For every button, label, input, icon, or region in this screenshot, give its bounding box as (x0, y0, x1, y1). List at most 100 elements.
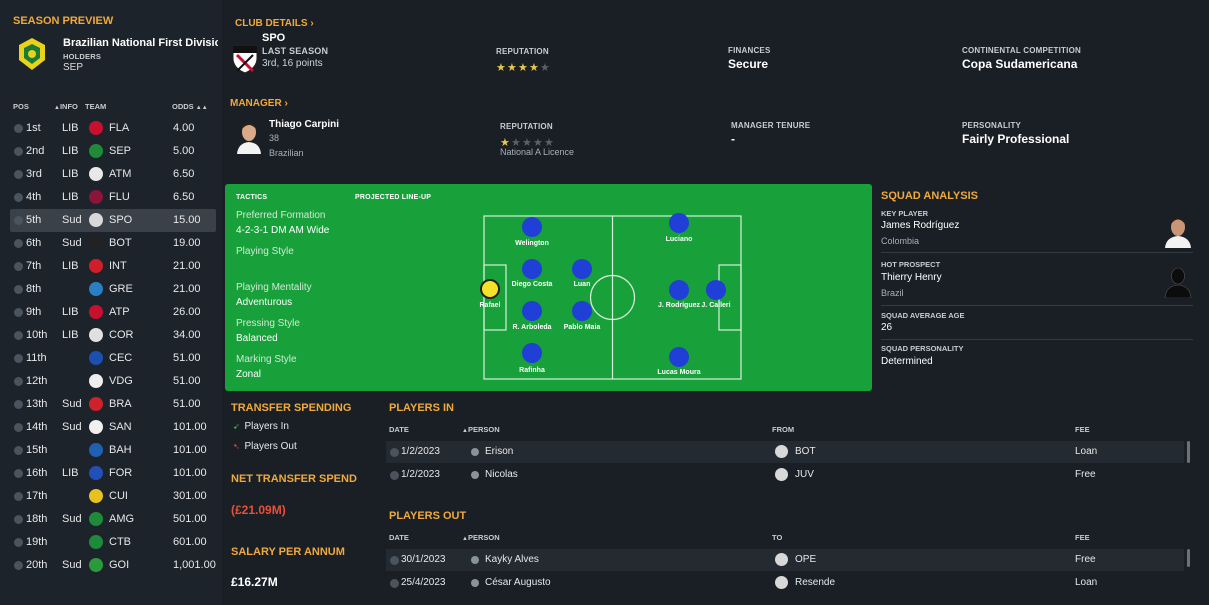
in-fee-header[interactable]: FEE (1075, 425, 1090, 434)
manager-avatar[interactable] (236, 120, 262, 154)
row-team[interactable]: FOR (109, 467, 132, 479)
transfer-club[interactable]: OPE (795, 554, 816, 565)
in-from-header[interactable]: FROM (772, 425, 794, 434)
manager-name[interactable]: Thiago Carpini (269, 119, 339, 130)
league-table-row[interactable]: 3rd LIB ATM 6.50 (10, 163, 216, 186)
out-fee-header[interactable]: FEE (1075, 533, 1090, 542)
league-table-row[interactable]: 19th CTB 601.00 (10, 531, 216, 554)
player-marker[interactable] (522, 343, 542, 363)
out-to-header[interactable]: TO (772, 533, 782, 542)
player-marker[interactable] (572, 259, 592, 279)
league-table-row[interactable]: 17th CUI 301.00 (10, 485, 216, 508)
row-team[interactable]: ATP (109, 306, 130, 318)
transfer-person[interactable]: Erison (485, 446, 513, 457)
league-table-row[interactable]: 18th Sud AMG 501.00 (10, 508, 216, 531)
row-team[interactable]: AMG (109, 513, 134, 525)
transfer-club[interactable]: Resende (795, 577, 835, 588)
key-player-name[interactable]: James Rodríguez (881, 220, 959, 231)
row-team[interactable]: SPO (109, 214, 132, 226)
player-name-label[interactable]: J. Calleri (701, 302, 730, 309)
players-in-legend[interactable]: ➹ Players In (233, 421, 289, 432)
player-marker[interactable] (669, 213, 689, 233)
row-team[interactable]: SAN (109, 421, 132, 433)
transfer-person[interactable]: Kayky Alves (485, 554, 539, 565)
row-team[interactable]: VDG (109, 375, 133, 387)
col-team-header[interactable]: TEAM (85, 102, 106, 111)
transfer-row[interactable]: 30/1/2023 Kayky Alves OPE Free (386, 549, 1184, 571)
transfer-club[interactable]: JUV (795, 469, 814, 480)
row-team[interactable]: CEC (109, 352, 132, 364)
hot-prospect-silhouette-icon[interactable] (1163, 264, 1193, 298)
player-marker[interactable] (669, 347, 689, 367)
row-team[interactable]: CTB (109, 536, 131, 548)
in-person-header[interactable]: ▲PERSON (462, 425, 500, 434)
player-name-label[interactable]: Diego Costa (512, 281, 553, 288)
manager-link[interactable]: MANAGER › (230, 98, 288, 109)
transfer-row[interactable]: 25/4/2023 César Augusto Resende Loan (386, 572, 1184, 594)
league-table-row[interactable]: 4th LIB FLU 6.50 (10, 186, 216, 209)
league-table-row[interactable]: 16th LIB FOR 101.00 (10, 462, 216, 485)
goalkeeper-marker[interactable] (480, 279, 500, 299)
col-pos-header[interactable]: POS (13, 102, 29, 111)
league-table-row[interactable]: 20th Sud GOI 1,001.00 (10, 554, 216, 577)
holders-value[interactable]: SEP (63, 62, 83, 73)
league-table-row[interactable]: 10th LIB COR 34.00 (10, 324, 216, 347)
player-name-label[interactable]: Welington (515, 240, 549, 247)
league-table-row[interactable]: 1st LIB FLA 4.00 (10, 117, 216, 140)
row-team[interactable]: GRE (109, 283, 133, 295)
row-team[interactable]: ATM (109, 168, 131, 180)
player-name-label[interactable]: Rafinha (519, 367, 545, 374)
league-table-row[interactable]: 15th BAH 101.00 (10, 439, 216, 462)
player-name-label[interactable]: Lucas Moura (657, 369, 700, 376)
player-marker[interactable] (522, 301, 542, 321)
league-table-row[interactable]: 12th VDG 51.00 (10, 370, 216, 393)
row-team[interactable]: SEP (109, 145, 131, 157)
row-team[interactable]: CUI (109, 490, 128, 502)
col-odds-header[interactable]: ODDS ▲▲ (172, 102, 208, 111)
row-team[interactable]: FLA (109, 122, 129, 134)
league-table-row[interactable]: 9th LIB ATP 26.00 (10, 301, 216, 324)
transfer-club[interactable]: BOT (795, 446, 816, 457)
player-marker[interactable] (706, 280, 726, 300)
transfer-person[interactable]: César Augusto (485, 577, 551, 588)
player-marker[interactable] (522, 259, 542, 279)
player-name-label[interactable]: Pablo Maia (564, 324, 601, 331)
transfer-person[interactable]: Nicolas (485, 469, 518, 480)
player-name-label[interactable]: Luan (574, 281, 591, 288)
players-in-scrollbar[interactable] (1187, 441, 1190, 463)
hot-prospect-name[interactable]: Thierry Henry (881, 272, 942, 283)
club-details-link[interactable]: CLUB DETAILS › (235, 18, 314, 29)
continental-value[interactable]: Copa Sudamericana (962, 57, 1077, 71)
player-name-label[interactable]: R. Arboleda (512, 324, 551, 331)
out-person-header[interactable]: ▲PERSON (462, 533, 500, 542)
key-player-avatar[interactable] (1163, 214, 1193, 248)
players-out-scrollbar[interactable] (1187, 549, 1190, 567)
player-name-label[interactable]: Luciano (666, 236, 693, 243)
row-team[interactable]: COR (109, 329, 133, 341)
player-marker[interactable] (669, 280, 689, 300)
row-team[interactable]: INT (109, 260, 127, 272)
league-table-row[interactable]: 7th LIB INT 21.00 (10, 255, 216, 278)
row-team[interactable]: BOT (109, 237, 132, 249)
col-info-header[interactable]: ▲INFO (54, 102, 78, 111)
out-date-header[interactable]: DATE (389, 533, 409, 542)
row-team[interactable]: GOI (109, 559, 129, 571)
league-table-row[interactable]: 14th Sud SAN 101.00 (10, 416, 216, 439)
player-name-label[interactable]: J. Rodríguez (658, 302, 700, 309)
league-table-row[interactable]: 13th Sud BRA 51.00 (10, 393, 216, 416)
league-table-row[interactable]: 5th Sud SPO 15.00 (10, 209, 216, 232)
row-team[interactable]: FLU (109, 191, 130, 203)
in-date-header[interactable]: DATE (389, 425, 409, 434)
players-out-legend[interactable]: ➷ Players Out (233, 441, 297, 452)
league-table-row[interactable]: 8th GRE 21.00 (10, 278, 216, 301)
row-team[interactable]: BAH (109, 444, 132, 456)
row-team[interactable]: BRA (109, 398, 132, 410)
player-name-label[interactable]: Rafael (479, 302, 500, 309)
player-marker[interactable] (572, 301, 592, 321)
player-marker[interactable] (522, 217, 542, 237)
league-table-row[interactable]: 11th CEC 51.00 (10, 347, 216, 370)
transfer-row[interactable]: 1/2/2023 Nicolas JUV Free (386, 464, 1184, 486)
league-table-row[interactable]: 6th Sud BOT 19.00 (10, 232, 216, 255)
transfer-row[interactable]: 1/2/2023 Erison BOT Loan (386, 441, 1184, 463)
league-table-row[interactable]: 2nd LIB SEP 5.00 (10, 140, 216, 163)
